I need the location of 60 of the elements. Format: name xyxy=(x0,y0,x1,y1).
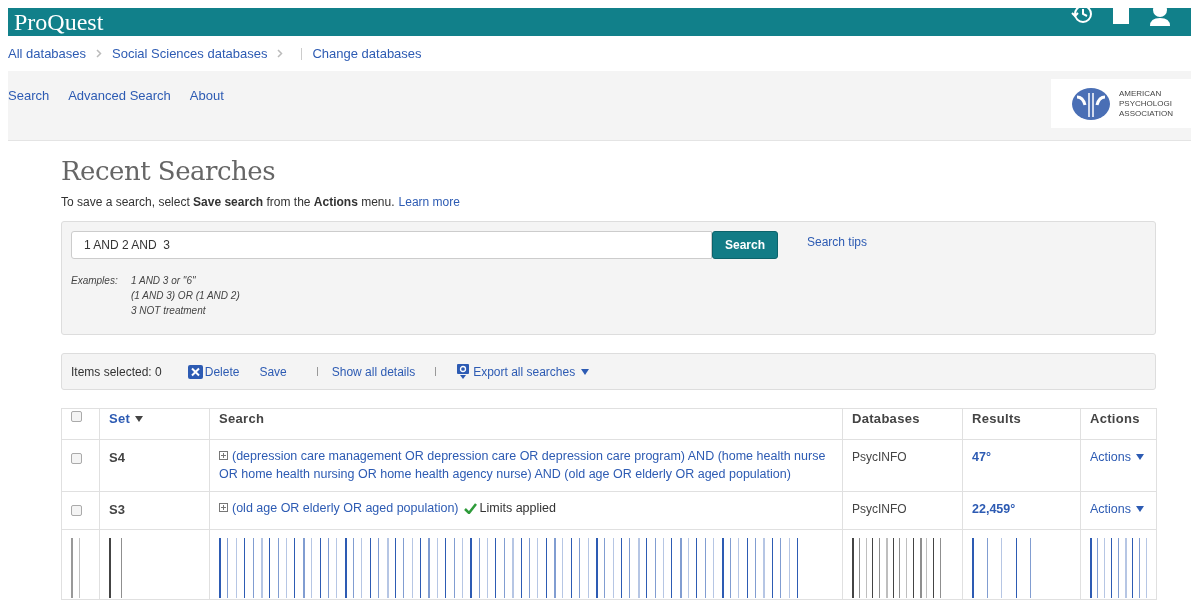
search-tips-link[interactable]: Search tips xyxy=(807,233,868,251)
logo-text: PSYCHOLOGI xyxy=(1119,98,1173,109)
page-title: Recent Searches xyxy=(61,155,277,187)
chevron-icon xyxy=(96,49,103,58)
breadcrumb-link[interactable]: Social Sciences databases xyxy=(112,43,268,64)
expand-icon xyxy=(219,503,228,512)
column-header[interactable]: Set xyxy=(109,409,144,429)
caret-icon xyxy=(1136,454,1144,461)
set-label: S3 xyxy=(109,502,125,517)
column-header: Actions xyxy=(1090,411,1140,426)
database-name: PsycINFO xyxy=(852,450,907,464)
search-field[interactable]: 1 AND 2 AND 3 xyxy=(71,231,712,259)
close-icon xyxy=(187,364,203,379)
change-databases-link[interactable]: Change databases xyxy=(312,43,422,64)
export-link[interactable]: Export all searches xyxy=(456,362,590,381)
caret-icon xyxy=(581,368,590,375)
examples-label: Examples: xyxy=(71,274,119,288)
results-link[interactable]: 47° xyxy=(972,450,991,464)
set-label: S4 xyxy=(109,450,125,465)
apa-emblem-icon xyxy=(1071,86,1111,121)
sort-icon xyxy=(135,415,144,422)
limits-text: Limits applied xyxy=(479,501,556,515)
column-header: Results xyxy=(972,411,1022,426)
checkbox[interactable] xyxy=(71,411,82,422)
learn-more-link[interactable]: Learn more xyxy=(398,193,460,211)
checkbox[interactable] xyxy=(71,453,82,464)
distorted-row-drawing xyxy=(1090,538,1148,598)
expand-icon xyxy=(219,451,228,460)
logo-text: AMERICAN xyxy=(1119,88,1163,99)
checkmark-icon xyxy=(463,503,477,515)
delete-link[interactable]: Delete xyxy=(187,362,240,381)
distorted-row-drawing xyxy=(71,538,81,598)
history-icon[interactable] xyxy=(1071,8,1093,26)
search-query-link[interactable]: (old age OR elderly OR aged population) xyxy=(232,501,459,515)
instruction-text: To save a search, select Save search from the Actions menu. xyxy=(61,194,395,211)
example-text: 3 NOT treatment xyxy=(131,304,207,318)
export-icon xyxy=(456,363,471,380)
distorted-row-drawing xyxy=(109,538,123,598)
show-details-link[interactable]: Show all details xyxy=(331,362,416,381)
user-icon[interactable] xyxy=(1149,8,1171,26)
column-header: Search xyxy=(219,411,265,426)
logo-text: ASSOCIATION xyxy=(1119,108,1174,119)
distorted-row-drawing xyxy=(972,538,1032,598)
nav-link[interactable]: Advanced Search xyxy=(68,86,171,106)
example-text: (1 AND 3) OR (1 AND 2) xyxy=(131,289,240,303)
search-button[interactable]: Search xyxy=(712,231,778,259)
chevron-icon xyxy=(277,49,284,58)
checkbox[interactable] xyxy=(71,505,82,516)
column-header: Databases xyxy=(852,411,920,426)
nav-link[interactable]: About xyxy=(189,86,224,106)
items-selected-text: Items selected: 0 xyxy=(71,363,162,381)
database-name: PsycINFO xyxy=(852,502,907,516)
results-link[interactable]: 22,459° xyxy=(972,502,1016,516)
folder-icon[interactable] xyxy=(1111,8,1131,26)
breadcrumb-link[interactable]: All databases xyxy=(8,43,87,64)
save-link[interactable]: Save xyxy=(259,362,287,381)
caret-icon xyxy=(1136,506,1144,513)
logo[interactable]: ProQuest xyxy=(14,9,104,35)
nav-link[interactable]: Search xyxy=(8,86,50,106)
example-text: 1 AND 3 or "6" xyxy=(131,274,197,288)
